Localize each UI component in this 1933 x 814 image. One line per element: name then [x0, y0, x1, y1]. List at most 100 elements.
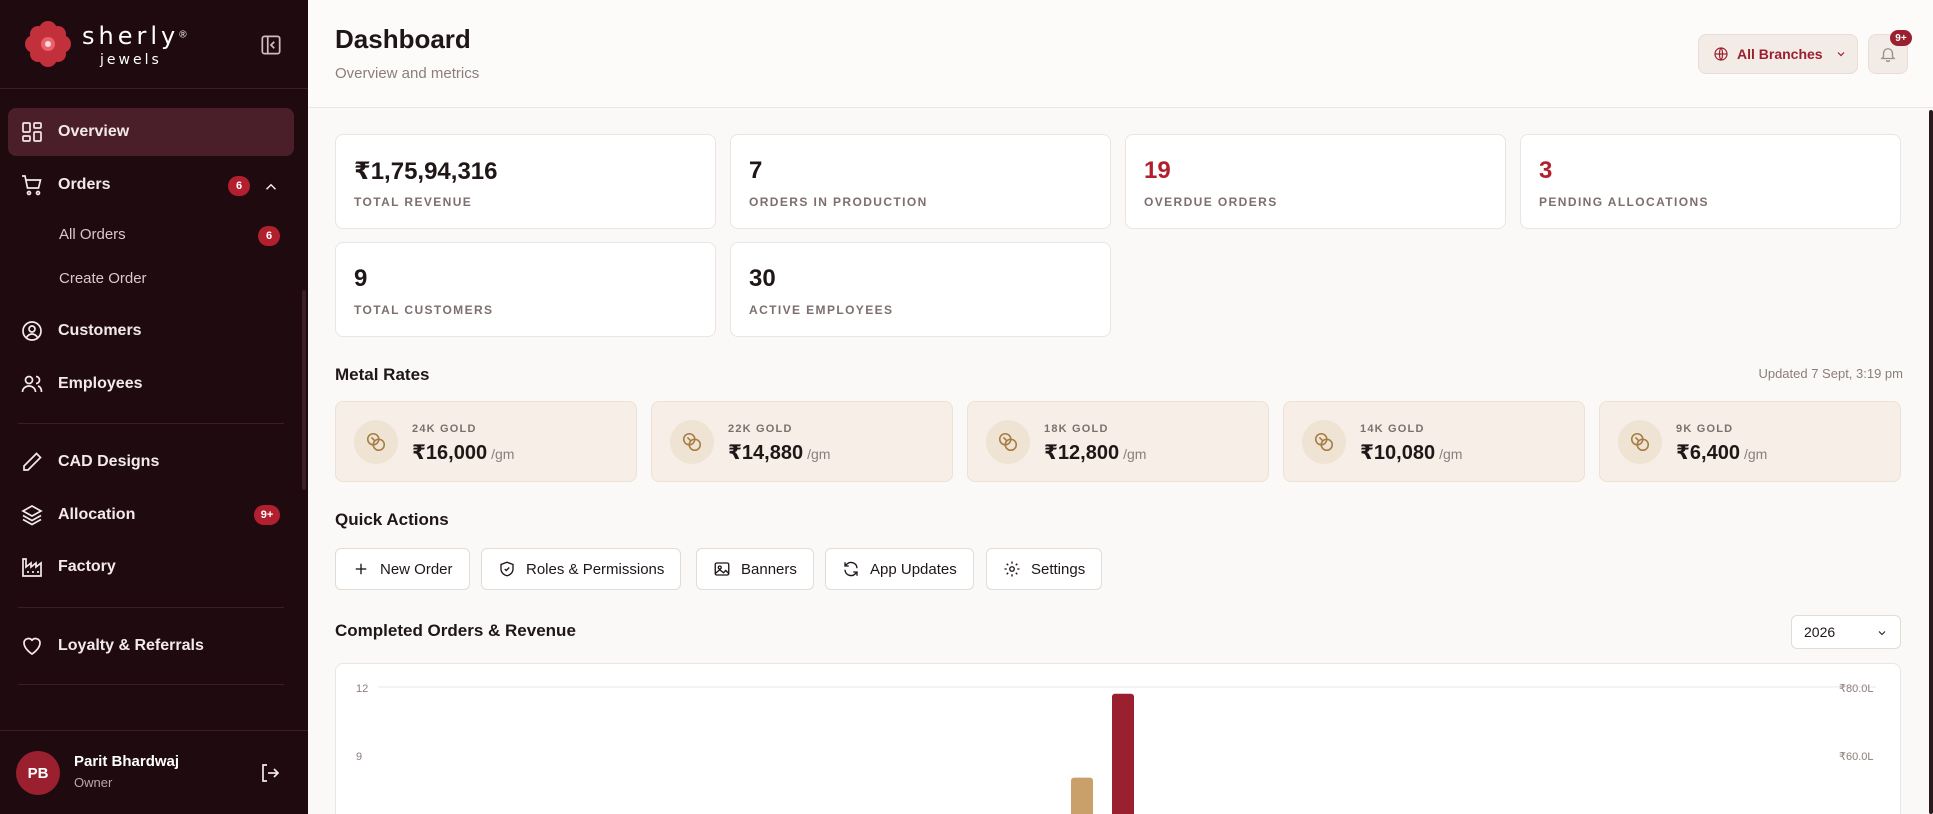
metal-rates-updated: Updated 7 Sept, 3:19 pm — [1758, 366, 1903, 381]
globe-icon — [1714, 47, 1728, 61]
sidebar-item-loyalty-referrals[interactable]: Loyalty & Referrals — [8, 622, 294, 670]
coins-icon — [670, 420, 714, 464]
rate-unit: /gm — [1439, 446, 1463, 462]
notifications-badge: 9+ — [1890, 30, 1912, 46]
stat-label: TOTAL CUSTOMERS — [354, 303, 494, 317]
stat-value: ₹1,75,94,316 — [354, 158, 498, 185]
branch-selector[interactable]: All Branches — [1698, 34, 1858, 74]
sidebar-item-label: CAD Designs — [58, 453, 160, 470]
bell-icon — [1880, 48, 1896, 63]
brand-reg: ® — [179, 29, 187, 41]
left-tick-label: 9 — [356, 751, 362, 763]
left-tick-label: 12 — [356, 683, 368, 695]
sidebar-item-cad-designs[interactable]: CAD Designs — [8, 438, 294, 486]
orders-revenue-chart: 12 9 ₹80.0L ₹60.0L — [335, 663, 1901, 814]
new-order-button[interactable]: New Order — [335, 548, 470, 590]
avatar[interactable]: PB — [16, 751, 60, 795]
main-content: Dashboard Overview and metrics All Branc… — [308, 0, 1933, 814]
user-name: Parit Bhardwaj — [74, 753, 180, 770]
button-label: Banners — [741, 560, 797, 578]
page-subtitle: Overview and metrics — [335, 65, 480, 82]
rate-value: ₹10,080 — [1360, 442, 1436, 464]
rate-card-22k: 22K GOLD ₹14,880/gm — [651, 401, 953, 482]
brand-logo[interactable]: sherly® jewels — [22, 18, 292, 74]
coins-icon — [354, 420, 398, 464]
sidebar-item-allocation[interactable]: Allocation — [8, 491, 294, 539]
bar-revenue[interactable] — [1112, 693, 1134, 814]
sidebar-subitem-create-order[interactable]: Create Order — [59, 270, 147, 287]
page-header: Dashboard Overview and metrics All Branc… — [308, 0, 1933, 108]
sidebar-divider — [18, 607, 284, 608]
stat-card-pending-allocations: 3 PENDING ALLOCATIONS — [1520, 134, 1901, 229]
pencil-icon — [20, 450, 44, 474]
heart-icon — [20, 634, 44, 658]
brand-name: sherly — [82, 22, 180, 50]
app-updates-button[interactable]: App Updates — [825, 548, 974, 590]
main-scrollbar[interactable] — [1929, 110, 1933, 814]
stat-card-active-employees: 30 ACTIVE EMPLOYEES — [730, 242, 1111, 337]
branch-selector-label: All Branches — [1737, 46, 1823, 62]
settings-button[interactable]: Settings — [986, 548, 1103, 590]
sidebar: sherly® jewels Overview Orders 6 All Ord… — [0, 0, 308, 814]
rate-value: ₹14,880 — [728, 442, 804, 464]
sidebar-item-label: Customers — [58, 322, 142, 339]
stat-value: 3 — [1539, 157, 1553, 184]
stat-value: 19 — [1144, 157, 1171, 184]
brand-text: sherly® jewels — [82, 22, 187, 68]
stat-value: 30 — [749, 265, 776, 292]
rate-label: 9K GOLD — [1676, 423, 1734, 435]
chart-svg: 12 9 ₹80.0L ₹60.0L — [356, 683, 1876, 814]
sidebar-item-factory[interactable]: Factory — [8, 543, 294, 591]
rate-value-row: ₹10,080/gm — [1360, 440, 1462, 465]
rate-value: ₹16,000 — [412, 442, 488, 464]
roles-permissions-button[interactable]: Roles & Permissions — [481, 548, 682, 590]
rate-card-14k: 14K GOLD ₹10,080/gm — [1283, 401, 1585, 482]
layers-icon — [20, 503, 44, 527]
sidebar-divider — [18, 423, 284, 424]
sidebar-item-overview[interactable]: Overview — [8, 108, 294, 156]
all-orders-badge: 6 — [258, 226, 280, 246]
stat-value: 7 — [749, 157, 763, 184]
stat-label: ACTIVE EMPLOYEES — [749, 303, 894, 317]
sidebar-item-employees[interactable]: Employees — [8, 360, 294, 408]
brand-tagline: jewels — [100, 52, 162, 68]
allocation-count-badge: 9+ — [254, 505, 280, 525]
sidebar-item-label: Factory — [58, 558, 116, 575]
page-title: Dashboard — [335, 24, 471, 54]
stat-card-overdue-orders: 19 OVERDUE ORDERS — [1125, 134, 1506, 229]
stat-card-orders-in-production: 7 ORDERS IN PRODUCTION — [730, 134, 1111, 229]
rate-card-9k: 9K GOLD ₹6,400/gm — [1599, 401, 1901, 482]
user-profile: PB Parit Bhardwaj Owner — [0, 730, 308, 814]
banners-button[interactable]: Banners — [696, 548, 814, 590]
button-label: Roles & Permissions — [526, 560, 665, 578]
sidebar-subitem-all-orders[interactable]: All Orders — [59, 226, 126, 243]
button-label: Settings — [1031, 560, 1086, 578]
plus-icon — [355, 563, 367, 575]
orders-count-badge: 6 — [228, 176, 250, 196]
rate-value: ₹12,800 — [1044, 442, 1120, 464]
rate-unit: /gm — [807, 446, 831, 462]
chevron-up-icon[interactable] — [262, 178, 280, 196]
sidebar-item-label: Employees — [58, 375, 143, 392]
rate-label: 24K GOLD — [412, 423, 477, 435]
sidebar-item-orders[interactable]: Orders — [8, 161, 294, 209]
year-select[interactable]: 2026 — [1791, 615, 1901, 649]
collapse-sidebar-icon[interactable] — [258, 32, 284, 58]
coins-icon — [1618, 420, 1662, 464]
refresh-icon — [844, 561, 858, 577]
sidebar-scrollbar[interactable] — [302, 290, 306, 490]
stat-label: PENDING ALLOCATIONS — [1539, 195, 1709, 209]
bar-completed-orders[interactable] — [1071, 777, 1093, 814]
logout-icon[interactable] — [258, 761, 282, 785]
rate-card-24k: 24K GOLD ₹16,000/gm — [335, 401, 637, 482]
rate-unit: /gm — [491, 446, 515, 462]
button-label: App Updates — [870, 560, 957, 578]
quick-actions-title: Quick Actions — [335, 510, 449, 529]
gear-icon — [1004, 561, 1020, 577]
sidebar-divider — [18, 684, 284, 685]
stat-label: TOTAL REVENUE — [354, 195, 473, 209]
sidebar-item-customers[interactable]: Customers — [8, 307, 294, 355]
stat-card-total-revenue: ₹1,75,94,316 TOTAL REVENUE — [335, 134, 716, 229]
rate-unit: /gm — [1743, 446, 1768, 462]
chart-title: Completed Orders & Revenue — [335, 621, 576, 640]
